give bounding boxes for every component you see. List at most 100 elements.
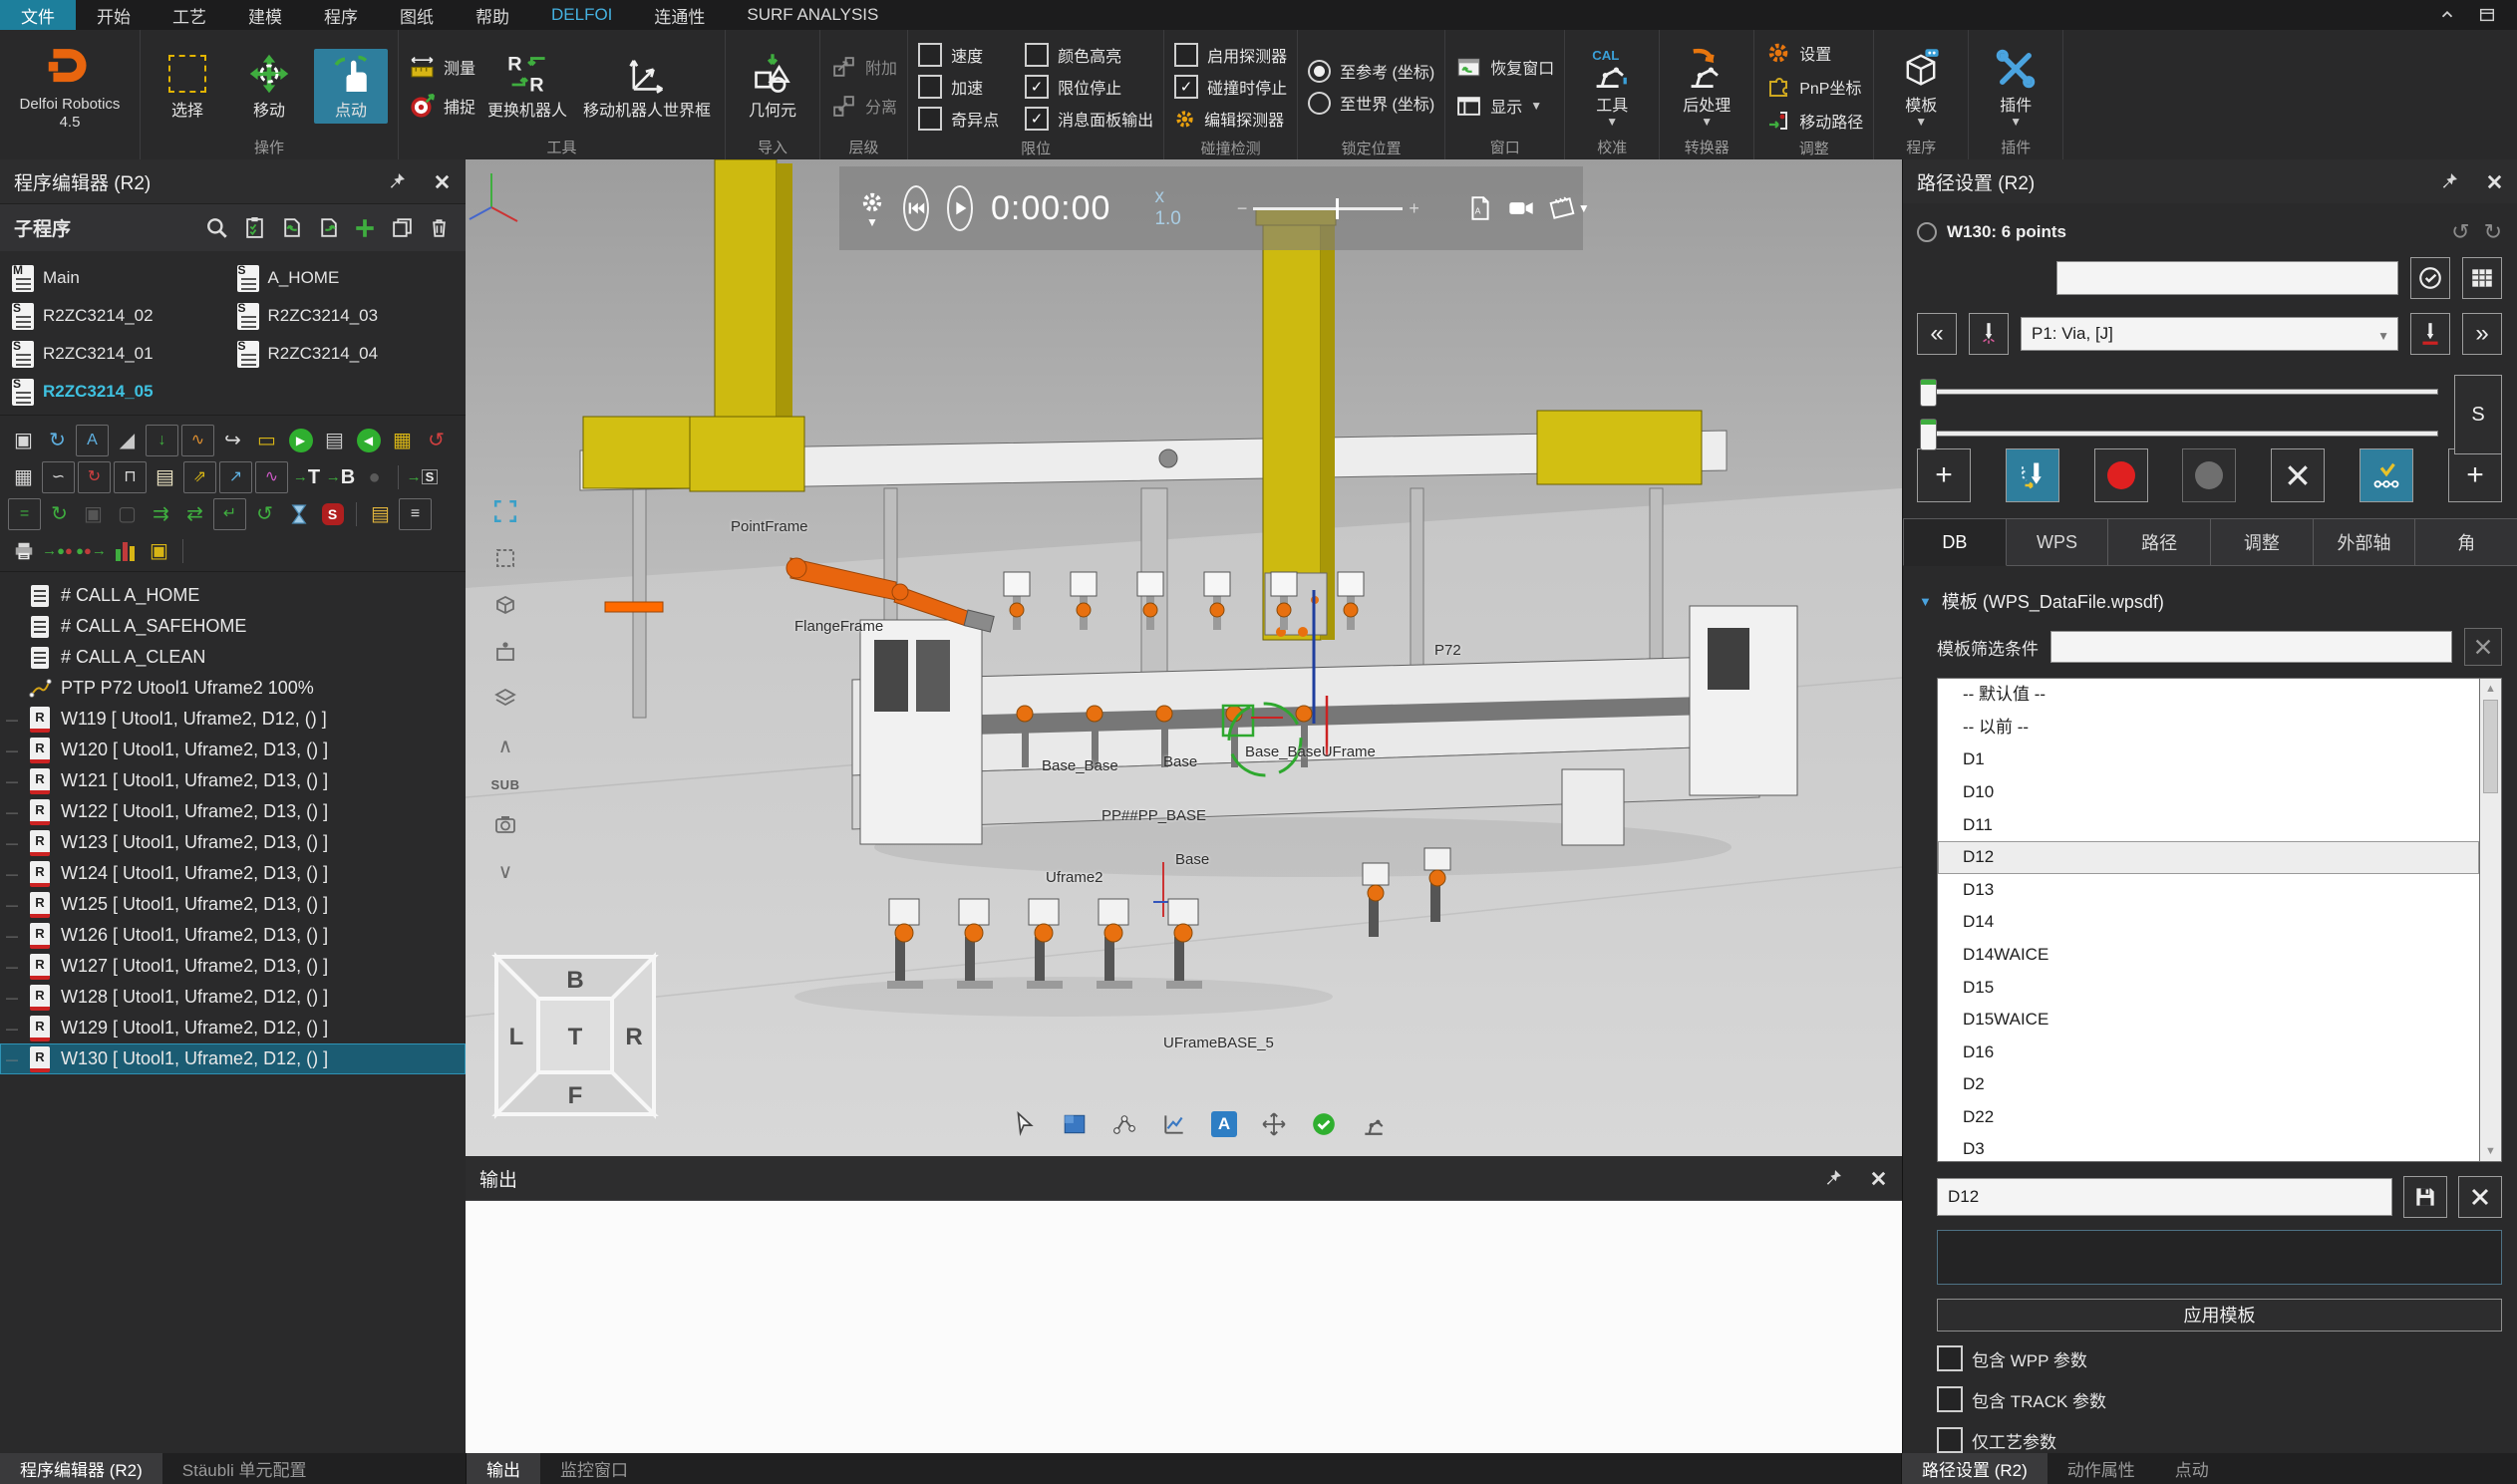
- limit-option-2[interactable]: 奇异点: [918, 107, 999, 131]
- chamfer-icon[interactable]: ◢: [112, 426, 143, 455]
- statusbar-right-1[interactable]: 动作属性: [2047, 1453, 2155, 1484]
- limit-option-2-checkbox[interactable]: [918, 107, 942, 131]
- rewind-button[interactable]: [903, 185, 929, 231]
- template-item-D1[interactable]: D1: [1938, 743, 2479, 776]
- export-pdf-icon[interactable]: A: [1467, 195, 1493, 221]
- delete-path-button[interactable]: [2271, 448, 2325, 502]
- delete-template-button[interactable]: [2458, 1176, 2502, 1218]
- record-disabled-button[interactable]: [2182, 448, 2236, 502]
- template-option-2-checkbox[interactable]: [1937, 1427, 1963, 1453]
- template-item-D16[interactable]: D16: [1938, 1037, 2479, 1069]
- move-point-icon[interactable]: ↗: [219, 461, 252, 493]
- statement-row-14[interactable]: —RW129 [ Utool1, Uframe2, D12, () ]: [0, 1013, 466, 1043]
- limit-option2-0[interactable]: 颜色高亮: [1025, 43, 1153, 67]
- annotate-icon[interactable]: A: [76, 425, 109, 456]
- scroll-down-icon[interactable]: ▼: [2485, 1141, 2496, 1161]
- redo-path-icon[interactable]: ↪: [217, 426, 248, 455]
- statement-row-15[interactable]: —RW130 [ Utool1, Uframe2, D12, () ]: [0, 1043, 466, 1074]
- limit-option-1-checkbox[interactable]: [918, 75, 942, 99]
- return-icon[interactable]: ↵: [213, 498, 246, 530]
- limit-option2-2-checkbox[interactable]: [1025, 107, 1049, 131]
- lock-radio-0-circle[interactable]: [1308, 60, 1331, 83]
- range-slider[interactable]: [1921, 431, 2438, 437]
- statement-row-1[interactable]: # CALL A_SAFEHOME: [0, 611, 466, 642]
- pnp-coords-button[interactable]: PnP坐标: [1764, 74, 1863, 101]
- last-point-button[interactable]: »: [2462, 313, 2502, 355]
- scroll-thumb[interactable]: [2483, 700, 2498, 793]
- layers-icon[interactable]: [490, 684, 520, 714]
- collapse-ribbon-icon[interactable]: [2437, 5, 2457, 25]
- record-video-icon[interactable]: [1507, 194, 1535, 222]
- statistics-icon[interactable]: [110, 536, 141, 566]
- template-list-scrollbar[interactable]: ▲ ▼: [2479, 678, 2502, 1162]
- template-item--- 以前 --[interactable]: -- 以前 --: [1938, 712, 2479, 744]
- output-content[interactable]: [466, 1200, 1902, 1453]
- jog-tool-button[interactable]: 点动: [314, 49, 388, 124]
- speed-mode-button[interactable]: S: [2454, 375, 2502, 454]
- swap-robot-button[interactable]: RR 更换机器人: [483, 49, 571, 124]
- restore-window-button[interactable]: 恢复窗口: [1455, 54, 1554, 81]
- subprogram-A_HOME[interactable]: SA_HOME: [233, 259, 459, 297]
- append-point-button[interactable]: +: [2448, 448, 2502, 502]
- save-template-button[interactable]: [2403, 1176, 2447, 1218]
- statusbar-right-0[interactable]: 路径设置 (R2): [1902, 1453, 2047, 1484]
- cube-view-icon[interactable]: [490, 590, 520, 620]
- template-item-D13[interactable]: D13: [1938, 874, 2479, 907]
- limit-option2-1[interactable]: 限位停止: [1025, 75, 1153, 99]
- verify-path-button[interactable]: [2360, 448, 2413, 502]
- measure-button[interactable]: 测量: [409, 54, 475, 81]
- select-cursor-icon[interactable]: [1009, 1108, 1041, 1140]
- conveyor-icon[interactable]: ▦: [387, 426, 418, 455]
- attach-button[interactable]: 附加: [830, 54, 897, 81]
- lock-radio-1-circle[interactable]: [1308, 92, 1331, 115]
- confirm-point-button[interactable]: [2410, 257, 2450, 299]
- pin-icon[interactable]: [2439, 171, 2459, 191]
- limit-option-1[interactable]: 加速: [918, 75, 999, 99]
- subprogram-doc-icon[interactable]: →S: [407, 462, 438, 492]
- tab-WPS[interactable]: WPS: [2007, 518, 2109, 566]
- template-button[interactable]: 模板 ▼: [1884, 44, 1958, 130]
- projection-icon[interactable]: [490, 637, 520, 667]
- import-program-icon[interactable]: [278, 215, 304, 241]
- chart-icon[interactable]: [1158, 1108, 1190, 1140]
- play-button[interactable]: [947, 185, 973, 231]
- apply-template-button[interactable]: 应用模板: [1937, 1299, 2502, 1332]
- grid-snap-icon[interactable]: ▦: [8, 462, 39, 492]
- subprogram-Main[interactable]: MMain: [8, 259, 233, 297]
- limit-option2-1-checkbox[interactable]: [1025, 75, 1049, 99]
- close-icon[interactable]: [1869, 1169, 1888, 1188]
- checklist-icon[interactable]: [241, 215, 267, 241]
- insert-point-icon[interactable]: ↓: [146, 425, 178, 456]
- template-option-0-checkbox[interactable]: [1937, 1345, 1963, 1371]
- statement-row-13[interactable]: —RW128 [ Utool1, Uframe2, D12, () ]: [0, 982, 466, 1013]
- menu-item-6[interactable]: 帮助: [455, 0, 530, 30]
- subprogram-R2ZC3214_01[interactable]: SR2ZC3214_01: [8, 335, 233, 373]
- statement-row-12[interactable]: —RW127 [ Utool1, Uframe2, D13, () ]: [0, 951, 466, 982]
- speed-plus-icon[interactable]: +: [1409, 198, 1419, 219]
- record-button[interactable]: [2094, 448, 2148, 502]
- menu-item-5[interactable]: 图纸: [379, 0, 455, 30]
- clipboard-icon[interactable]: ▤: [365, 499, 396, 529]
- add-subprogram-icon[interactable]: [352, 215, 378, 241]
- template-item-D14[interactable]: D14: [1938, 906, 2479, 939]
- move-path-button[interactable]: 移动路径: [1764, 108, 1863, 135]
- statement-row-0[interactable]: # CALL A_HOME: [0, 580, 466, 611]
- template-filter-input[interactable]: [2050, 631, 2452, 663]
- open-folder-icon[interactable]: ▤: [150, 462, 180, 492]
- copy-disabled-icon[interactable]: ▣: [78, 499, 109, 529]
- statement-row-4[interactable]: —RW119 [ Utool1, Uframe2, D12, () ]: [0, 704, 466, 735]
- select-tool-button[interactable]: 选择: [151, 49, 224, 124]
- robot-jog-icon[interactable]: [1358, 1108, 1390, 1140]
- chevron-up-icon[interactable]: ∧: [490, 731, 520, 760]
- lock-radio-1[interactable]: 至世界 (坐标): [1308, 91, 1434, 115]
- to-tool-icon[interactable]: →T: [291, 462, 322, 492]
- close-icon[interactable]: [433, 172, 452, 191]
- path-box-icon[interactable]: ▣: [8, 426, 39, 455]
- add-point-before-button[interactable]: [1969, 313, 2009, 355]
- delete-point-button[interactable]: [2410, 313, 2450, 355]
- loop-path-icon[interactable]: ↻: [42, 426, 73, 455]
- signal-in-icon[interactable]: ●●→: [76, 536, 107, 566]
- camera-icon[interactable]: [490, 809, 520, 839]
- statement-row-3[interactable]: PTP P72 Utool1 Uframe2 100%: [0, 673, 466, 704]
- subprogram-R2ZC3214_03[interactable]: SR2ZC3214_03: [233, 297, 459, 335]
